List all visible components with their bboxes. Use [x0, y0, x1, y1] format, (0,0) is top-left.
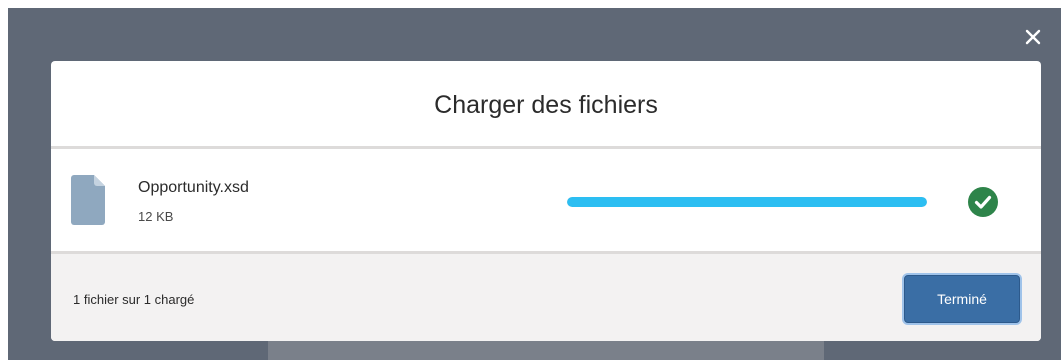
modal-body: Opportunity.xsd 12 KB: [51, 149, 1041, 251]
file-size: 12 KB: [138, 209, 174, 224]
modal-title: Charger des fichiers: [434, 91, 658, 119]
modal-footer: 1 fichier sur 1 chargé Terminé: [51, 251, 1041, 341]
file-name: Opportunity.xsd: [138, 179, 249, 196]
done-button[interactable]: Terminé: [904, 275, 1020, 323]
check-circle-icon: [968, 187, 998, 217]
background-panel: [268, 340, 824, 360]
upload-progress-bar: [567, 197, 927, 207]
upload-files-modal: Charger des fichiers Opportunity.xsd 12 …: [51, 61, 1041, 341]
close-icon: [1025, 29, 1041, 45]
close-button[interactable]: [1018, 22, 1048, 52]
file-icon: [71, 175, 105, 225]
upload-progress-fill: [567, 197, 927, 207]
modal-header: Charger des fichiers: [51, 61, 1041, 149]
upload-status-text: 1 fichier sur 1 chargé: [73, 292, 195, 307]
